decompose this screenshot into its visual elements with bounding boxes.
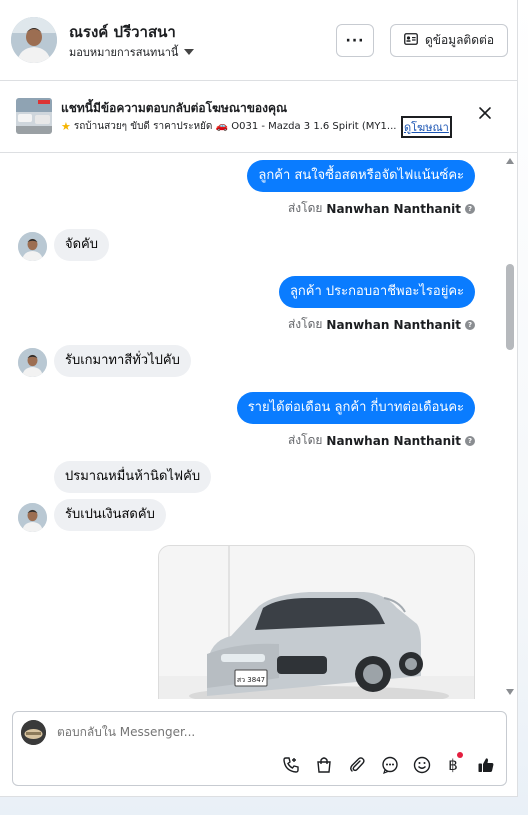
bag-icon[interactable] bbox=[314, 755, 334, 775]
chat-icon[interactable] bbox=[380, 755, 400, 775]
avatar[interactable] bbox=[11, 17, 57, 63]
car-photo[interactable]: สว 3847 bbox=[158, 545, 475, 699]
scrollbar-thumb[interactable] bbox=[506, 264, 514, 350]
ad-banner-subtitle: ★ รถบ้านสวยๆ ขับดี ราคาประหยัด 🚗 O031 - … bbox=[61, 119, 397, 134]
license-plate-text: สว 3847 bbox=[237, 676, 265, 684]
page-avatar bbox=[21, 720, 46, 745]
ad-thumbnail bbox=[16, 98, 52, 134]
chevron-down-icon bbox=[184, 49, 195, 55]
view-ad-link[interactable]: ดูโฆษณา bbox=[401, 116, 452, 138]
message-list-scrollbar[interactable] bbox=[503, 154, 517, 699]
ad-reply-banner: แชทนี้มีข้อความตอบกลับต่อโฆษณาของคุณ ★ ร… bbox=[0, 82, 518, 153]
ad-banner-title: แชทนี้มีข้อความตอบกลับต่อโฆษณาของคุณ bbox=[61, 101, 288, 115]
contact-card-icon bbox=[404, 33, 418, 48]
paperclip-icon[interactable] bbox=[347, 755, 367, 775]
scroll-up-arrow-icon[interactable] bbox=[506, 158, 514, 164]
notification-dot bbox=[457, 752, 463, 758]
more-options-button[interactable]: ··· bbox=[336, 24, 374, 57]
contact-name: ณรงค์ ปรีวาสนา bbox=[69, 23, 176, 41]
reply-input[interactable] bbox=[57, 725, 457, 739]
conversation-panel: ณรงค์ ปรีวาสนา มอบหมายการสนทนานี้ ··· ดู… bbox=[0, 0, 518, 797]
close-icon[interactable] bbox=[476, 104, 494, 122]
message-composer: ฿ bbox=[12, 711, 507, 786]
message-list-media: สว 3847 bbox=[0, 154, 503, 699]
thumbs-up-icon[interactable] bbox=[476, 755, 496, 775]
star-icon: ★ bbox=[61, 120, 71, 133]
phone-icon[interactable] bbox=[281, 755, 301, 775]
ad-subtitle-text: รถบ้านสวยๆ ขับดี ราคาประหยัด 🚗 O031 - Ma… bbox=[73, 121, 397, 132]
assign-dropdown[interactable]: มอบหมายการสนทนานี้ bbox=[69, 43, 195, 61]
baht-icon[interactable]: ฿ bbox=[443, 752, 463, 775]
view-contact-button[interactable]: ดูข้อมูลติดต่อ bbox=[390, 24, 508, 57]
conversation-header: ณรงค์ ปรีวาสนา มอบหมายการสนทนานี้ ··· ดู… bbox=[0, 0, 518, 81]
scroll-down-arrow-icon[interactable] bbox=[506, 689, 514, 695]
assign-label: มอบหมายการสนทนานี้ bbox=[69, 46, 179, 59]
emoji-icon[interactable] bbox=[412, 755, 432, 775]
view-contact-label: ดูข้อมูลติดต่อ bbox=[424, 33, 495, 47]
